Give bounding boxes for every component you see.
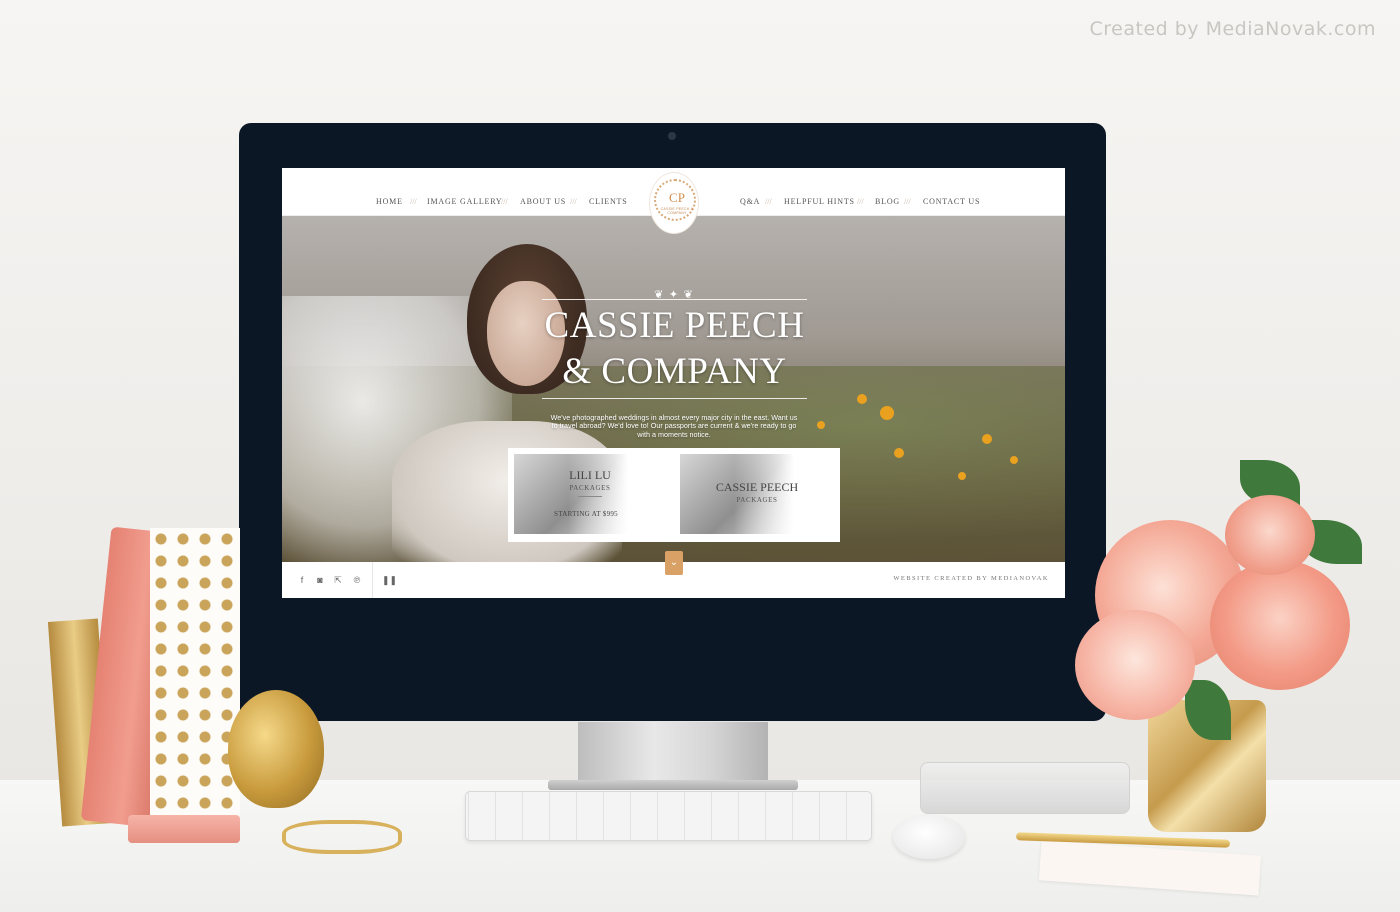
gold-pear-image bbox=[228, 690, 324, 808]
package-card-cassie-peech[interactable]: CASSIE PEECH PACKAGES bbox=[674, 448, 840, 542]
package-title: CASSIE PEECH bbox=[715, 480, 799, 494]
package-subtitle: PACKAGES bbox=[569, 484, 611, 492]
hero-description: We've photographed weddings in almost ev… bbox=[550, 413, 798, 439]
nav-helpful-hints[interactable]: HELPFUL HINTS bbox=[784, 197, 855, 206]
scroll-down-button[interactable]: ⌄ bbox=[665, 551, 683, 575]
flower-image bbox=[880, 406, 894, 420]
flower-image bbox=[982, 434, 992, 444]
chevron-down-icon: ⌄ bbox=[669, 557, 679, 568]
footer-credit: WEBSITE CREATED BY MEDIANOVAK bbox=[893, 575, 1049, 582]
hero-title-line2: & COMPANY bbox=[562, 351, 787, 392]
logo-monogram: CP bbox=[669, 190, 685, 205]
hero-rule-top bbox=[542, 299, 807, 300]
nav-contact-us[interactable]: CONTACT US bbox=[923, 197, 980, 206]
stapler-image bbox=[920, 762, 1130, 814]
nav-blog[interactable]: BLOG bbox=[875, 197, 900, 206]
flower-image bbox=[817, 421, 825, 429]
pinterest-icon[interactable]: ℗ bbox=[351, 574, 363, 586]
hero-section: ❦ ✦ ❦ CASSIE PEECH & COMPANY We've photo… bbox=[282, 216, 1065, 562]
website-screen: ❦ ✦ ❦ CASSIE PEECH & COMPANY We've photo… bbox=[282, 168, 1065, 598]
nav-separator: /// bbox=[904, 197, 911, 206]
pause-icon[interactable]: ❚❚ bbox=[382, 574, 397, 586]
peony-image bbox=[1225, 495, 1315, 575]
flower-image bbox=[958, 472, 966, 480]
package-subtitle: PACKAGES bbox=[736, 496, 778, 504]
nav-clients[interactable]: CLIENTS bbox=[589, 197, 628, 206]
nav-separator: /// bbox=[857, 197, 864, 206]
polka-dot-box-image bbox=[150, 528, 240, 820]
site-logo[interactable]: CP CASSIE PEECH & COMPANY bbox=[649, 172, 699, 234]
nav-home[interactable]: HOME bbox=[376, 197, 403, 206]
hero-rule-bottom bbox=[542, 398, 807, 399]
keyboard[interactable] bbox=[465, 791, 872, 841]
peony-image bbox=[1210, 560, 1350, 690]
mouse[interactable] bbox=[893, 815, 965, 859]
nav-separator: /// bbox=[410, 197, 417, 206]
nav-image-gallery[interactable]: IMAGE GALLERY bbox=[427, 197, 503, 206]
flower-image bbox=[857, 394, 867, 404]
monitor-stand bbox=[578, 721, 768, 785]
logo-ring: CP CASSIE PEECH & COMPANY bbox=[654, 179, 696, 221]
nav-separator: /// bbox=[501, 197, 508, 206]
package-card-lili-lu[interactable]: LILI LU PACKAGES STARTING AT $995 bbox=[508, 448, 674, 542]
nav-separator: /// bbox=[570, 197, 577, 206]
peony-image bbox=[1075, 610, 1195, 720]
lip-gloss-image bbox=[128, 815, 240, 843]
package-price: STARTING AT $995 bbox=[554, 510, 618, 518]
watermark: Created by MediaNovak.com bbox=[1089, 18, 1376, 40]
scissors-image bbox=[282, 820, 402, 854]
external-link-icon[interactable]: ⇱ bbox=[332, 574, 344, 586]
nav-qa[interactable]: Q&A bbox=[740, 197, 760, 206]
logo-text: CASSIE PEECH & COMPANY bbox=[660, 207, 694, 215]
photo-fade bbox=[568, 454, 668, 534]
nav-about-us[interactable]: ABOUT US bbox=[520, 197, 566, 206]
flower-image bbox=[1010, 456, 1018, 464]
hero-title-line1: CASSIE PEECH bbox=[544, 305, 805, 346]
monitor-stand-foot bbox=[548, 780, 798, 790]
nav-separator: /// bbox=[765, 197, 772, 206]
package-divider bbox=[578, 496, 602, 497]
facebook-icon[interactable]: f bbox=[296, 574, 308, 586]
flower-image bbox=[894, 448, 904, 458]
package-title: LILI LU bbox=[569, 468, 611, 482]
camera-icon bbox=[668, 132, 676, 140]
instagram-icon[interactable]: ◙ bbox=[314, 574, 326, 586]
footer-divider bbox=[372, 562, 373, 598]
